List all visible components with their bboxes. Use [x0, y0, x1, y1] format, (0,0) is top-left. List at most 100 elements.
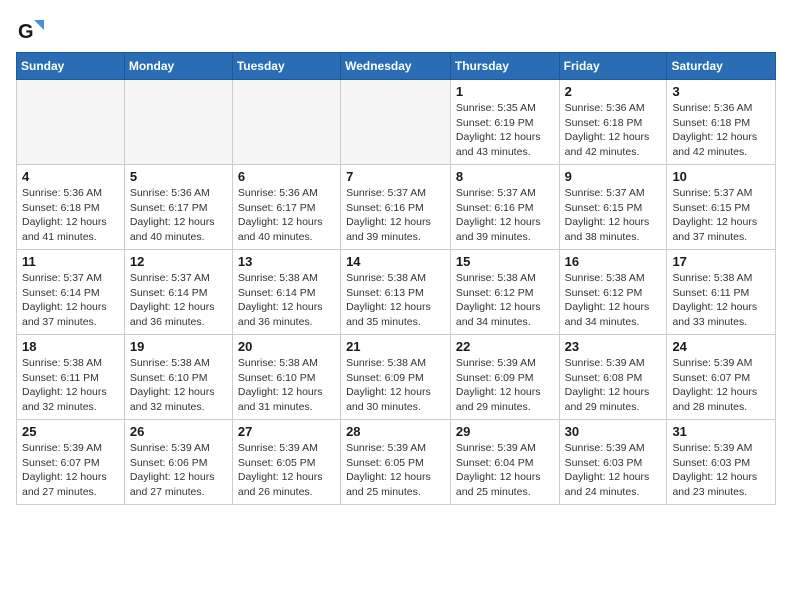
day-number: 13 [238, 254, 335, 269]
weekday-header-tuesday: Tuesday [232, 53, 340, 80]
calendar-cell: 9 Sunrise: 5:37 AMSunset: 6:15 PMDaylight… [559, 165, 667, 250]
weekday-header-saturday: Saturday [667, 53, 776, 80]
day-number: 25 [22, 424, 119, 439]
calendar-cell: 23 Sunrise: 5:39 AMSunset: 6:08 PMDayligh… [559, 335, 667, 420]
day-info: Sunrise: 5:37 AMSunset: 6:14 PMDaylight:… [130, 271, 227, 330]
day-info: Sunrise: 5:36 AMSunset: 6:18 PMDaylight:… [22, 186, 119, 245]
calendar-cell [232, 80, 340, 165]
calendar-cell: 17 Sunrise: 5:38 AMSunset: 6:11 PMDayligh… [667, 250, 776, 335]
day-info: Sunrise: 5:39 AMSunset: 6:03 PMDaylight:… [565, 441, 662, 500]
day-number: 22 [456, 339, 554, 354]
weekday-header-thursday: Thursday [450, 53, 559, 80]
day-info: Sunrise: 5:37 AMSunset: 6:16 PMDaylight:… [456, 186, 554, 245]
day-number: 31 [672, 424, 770, 439]
calendar-cell: 25 Sunrise: 5:39 AMSunset: 6:07 PMDayligh… [17, 420, 125, 505]
weekday-header-friday: Friday [559, 53, 667, 80]
logo-icon: G [16, 16, 44, 44]
day-number: 5 [130, 169, 227, 184]
calendar-cell: 8 Sunrise: 5:37 AMSunset: 6:16 PMDaylight… [450, 165, 559, 250]
day-info: Sunrise: 5:38 AMSunset: 6:12 PMDaylight:… [456, 271, 554, 330]
calendar-cell: 31 Sunrise: 5:39 AMSunset: 6:03 PMDayligh… [667, 420, 776, 505]
day-info: Sunrise: 5:39 AMSunset: 6:07 PMDaylight:… [672, 356, 770, 415]
day-number: 10 [672, 169, 770, 184]
calendar-cell: 30 Sunrise: 5:39 AMSunset: 6:03 PMDayligh… [559, 420, 667, 505]
calendar-header: SundayMondayTuesdayWednesdayThursdayFrid… [17, 53, 776, 80]
logo: G [16, 16, 48, 44]
day-number: 14 [346, 254, 445, 269]
day-info: Sunrise: 5:38 AMSunset: 6:09 PMDaylight:… [346, 356, 445, 415]
day-number: 16 [565, 254, 662, 269]
calendar-cell: 27Sunrise: 5:39 AMSunset: 6:05 PMDayligh… [232, 420, 340, 505]
day-number: 24 [672, 339, 770, 354]
calendar-cell: 19Sunrise: 5:38 AMSunset: 6:10 PMDayligh… [124, 335, 232, 420]
day-number: 18 [22, 339, 119, 354]
day-number: 26 [130, 424, 227, 439]
day-info: Sunrise: 5:39 AMSunset: 6:05 PMDaylight:… [346, 441, 445, 500]
day-info: Sunrise: 5:39 AMSunset: 6:07 PMDaylight:… [22, 441, 119, 500]
calendar-cell: 12 Sunrise: 5:37 AMSunset: 6:14 PMDayligh… [124, 250, 232, 335]
week-row-1: 1 Sunrise: 5:35 AMSunset: 6:19 PMDaylight… [17, 80, 776, 165]
calendar-cell: 28Sunrise: 5:39 AMSunset: 6:05 PMDayligh… [341, 420, 451, 505]
calendar-table: SundayMondayTuesdayWednesdayThursdayFrid… [16, 52, 776, 505]
calendar-cell: 11Sunrise: 5:37 AMSunset: 6:14 PMDayligh… [17, 250, 125, 335]
calendar-cell [17, 80, 125, 165]
weekday-header-monday: Monday [124, 53, 232, 80]
calendar-cell: 29Sunrise: 5:39 AMSunset: 6:04 PMDayligh… [450, 420, 559, 505]
svg-text:G: G [18, 21, 34, 43]
day-number: 6 [238, 169, 335, 184]
day-number: 9 [565, 169, 662, 184]
day-number: 12 [130, 254, 227, 269]
day-number: 8 [456, 169, 554, 184]
calendar-cell: 2Sunrise: 5:36 AMSunset: 6:18 PMDaylight… [559, 80, 667, 165]
day-info: Sunrise: 5:38 AMSunset: 6:11 PMDaylight:… [22, 356, 119, 415]
day-number: 15 [456, 254, 554, 269]
calendar-cell: 7Sunrise: 5:37 AMSunset: 6:16 PMDaylight… [341, 165, 451, 250]
calendar-cell: 15 Sunrise: 5:38 AMSunset: 6:12 PMDayligh… [450, 250, 559, 335]
day-info: Sunrise: 5:35 AMSunset: 6:19 PMDaylight:… [456, 101, 554, 160]
day-info: Sunrise: 5:37 AMSunset: 6:14 PMDaylight:… [22, 271, 119, 330]
day-info: Sunrise: 5:36 AMSunset: 6:17 PMDaylight:… [130, 186, 227, 245]
day-number: 29 [456, 424, 554, 439]
day-number: 20 [238, 339, 335, 354]
calendar-cell: 10 Sunrise: 5:37 AMSunset: 6:15 PMDayligh… [667, 165, 776, 250]
day-info: Sunrise: 5:39 AMSunset: 6:03 PMDaylight:… [672, 441, 770, 500]
calendar-cell: 14 Sunrise: 5:38 AMSunset: 6:13 PMDayligh… [341, 250, 451, 335]
week-row-4: 18 Sunrise: 5:38 AMSunset: 6:11 PMDayligh… [17, 335, 776, 420]
calendar-cell: 4Sunrise: 5:36 AMSunset: 6:18 PMDaylight… [17, 165, 125, 250]
day-info: Sunrise: 5:38 AMSunset: 6:10 PMDaylight:… [238, 356, 335, 415]
day-info: Sunrise: 5:37 AMSunset: 6:15 PMDaylight:… [565, 186, 662, 245]
calendar-cell: 21 Sunrise: 5:38 AMSunset: 6:09 PMDayligh… [341, 335, 451, 420]
weekday-header-wednesday: Wednesday [341, 53, 451, 80]
calendar-cell [341, 80, 451, 165]
calendar-cell: 1 Sunrise: 5:35 AMSunset: 6:19 PMDaylight… [450, 80, 559, 165]
day-number: 23 [565, 339, 662, 354]
day-info: Sunrise: 5:39 AMSunset: 6:08 PMDaylight:… [565, 356, 662, 415]
day-info: Sunrise: 5:39 AMSunset: 6:06 PMDaylight:… [130, 441, 227, 500]
weekday-header-sunday: Sunday [17, 53, 125, 80]
day-info: Sunrise: 5:36 AMSunset: 6:18 PMDaylight:… [672, 101, 770, 160]
day-info: Sunrise: 5:38 AMSunset: 6:13 PMDaylight:… [346, 271, 445, 330]
day-number: 19 [130, 339, 227, 354]
day-number: 27 [238, 424, 335, 439]
day-number: 21 [346, 339, 445, 354]
calendar-cell: 3 Sunrise: 5:36 AMSunset: 6:18 PMDaylight… [667, 80, 776, 165]
day-info: Sunrise: 5:36 AMSunset: 6:18 PMDaylight:… [565, 101, 662, 160]
calendar-cell: 5 Sunrise: 5:36 AMSunset: 6:17 PMDaylight… [124, 165, 232, 250]
calendar-cell: 20 Sunrise: 5:38 AMSunset: 6:10 PMDayligh… [232, 335, 340, 420]
day-number: 30 [565, 424, 662, 439]
day-info: Sunrise: 5:37 AMSunset: 6:15 PMDaylight:… [672, 186, 770, 245]
day-number: 1 [456, 84, 554, 99]
week-row-3: 11Sunrise: 5:37 AMSunset: 6:14 PMDayligh… [17, 250, 776, 335]
calendar-body: 1 Sunrise: 5:35 AMSunset: 6:19 PMDaylight… [17, 80, 776, 505]
weekday-row: SundayMondayTuesdayWednesdayThursdayFrid… [17, 53, 776, 80]
calendar-cell: 18 Sunrise: 5:38 AMSunset: 6:11 PMDayligh… [17, 335, 125, 420]
day-info: Sunrise: 5:36 AMSunset: 6:17 PMDaylight:… [238, 186, 335, 245]
day-number: 17 [672, 254, 770, 269]
calendar-cell: 24 Sunrise: 5:39 AMSunset: 6:07 PMDayligh… [667, 335, 776, 420]
week-row-2: 4Sunrise: 5:36 AMSunset: 6:18 PMDaylight… [17, 165, 776, 250]
day-info: Sunrise: 5:38 AMSunset: 6:11 PMDaylight:… [672, 271, 770, 330]
page-header: G [16, 16, 776, 44]
day-number: 3 [672, 84, 770, 99]
day-info: Sunrise: 5:38 AMSunset: 6:12 PMDaylight:… [565, 271, 662, 330]
day-info: Sunrise: 5:39 AMSunset: 6:09 PMDaylight:… [456, 356, 554, 415]
